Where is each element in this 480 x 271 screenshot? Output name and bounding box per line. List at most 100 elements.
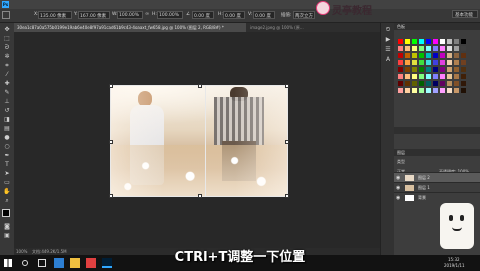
swatches-panel-header[interactable]: 色板 bbox=[394, 23, 480, 30]
angle-field[interactable]: 0.00 度 bbox=[192, 11, 214, 19]
color-swatch[interactable] bbox=[454, 53, 459, 58]
magic-wand-icon[interactable]: ✲ bbox=[2, 53, 12, 61]
color-swatch[interactable] bbox=[419, 67, 424, 72]
color-swatch[interactable] bbox=[412, 81, 417, 86]
color-swatch[interactable] bbox=[433, 60, 438, 65]
h-field[interactable]: 100.00% bbox=[157, 11, 183, 19]
gradient-tool-icon[interactable]: ▤ bbox=[2, 125, 12, 133]
reference-point-icon[interactable] bbox=[2, 11, 10, 19]
color-swatch[interactable] bbox=[405, 67, 410, 72]
type-tool-icon[interactable]: T bbox=[2, 161, 12, 169]
eraser-tool-icon[interactable]: ◨ bbox=[2, 116, 12, 124]
color-swatch[interactable] bbox=[405, 88, 410, 93]
color-swatch[interactable] bbox=[398, 53, 403, 58]
color-swatch[interactable] bbox=[398, 60, 403, 65]
color-swatch[interactable] bbox=[405, 74, 410, 79]
move-tool-icon[interactable]: ✥ bbox=[2, 26, 12, 34]
color-swatch[interactable] bbox=[419, 74, 424, 79]
lasso-tool-icon[interactable]: ᘐ bbox=[2, 44, 12, 52]
color-swatch[interactable] bbox=[461, 46, 466, 51]
color-swatch[interactable] bbox=[426, 74, 431, 79]
color-swatch[interactable] bbox=[398, 88, 403, 93]
color-swatch[interactable] bbox=[405, 81, 410, 86]
color-swatch[interactable] bbox=[426, 39, 431, 44]
color-swatch[interactable] bbox=[454, 60, 459, 65]
color-swatch[interactable] bbox=[398, 81, 403, 86]
color-swatch[interactable] bbox=[447, 46, 452, 51]
transform-handle-br[interactable] bbox=[285, 194, 289, 198]
adjustments-panel-header[interactable] bbox=[394, 127, 480, 134]
brush-tool-icon[interactable]: ✎ bbox=[2, 89, 12, 97]
stamp-tool-icon[interactable]: ⊥ bbox=[2, 98, 12, 106]
screen-mode-icon[interactable]: ▣ bbox=[2, 232, 12, 240]
color-swatch[interactable] bbox=[454, 39, 459, 44]
blur-tool-icon[interactable]: ● bbox=[2, 134, 12, 142]
properties-panel-icon[interactable]: ☰ bbox=[383, 46, 393, 54]
color-swatch[interactable] bbox=[433, 74, 438, 79]
pen-tool-icon[interactable]: ✒ bbox=[2, 152, 12, 160]
color-swatch[interactable] bbox=[405, 46, 410, 51]
hand-tool-icon[interactable]: ✋ bbox=[2, 188, 12, 196]
transform-handle-tr[interactable] bbox=[285, 84, 289, 88]
x-field[interactable]: 135.00 像素 bbox=[38, 11, 72, 19]
marquee-tool-icon[interactable]: ⬚ bbox=[2, 35, 12, 43]
color-swatch[interactable] bbox=[405, 60, 410, 65]
color-swatch[interactable] bbox=[433, 46, 438, 51]
free-transform-box[interactable] bbox=[109, 84, 289, 198]
color-swatch[interactable] bbox=[426, 67, 431, 72]
color-swatch[interactable] bbox=[454, 88, 459, 93]
workspace-select[interactable]: 基本功能 bbox=[452, 10, 478, 18]
link-icon[interactable]: ∞ bbox=[145, 11, 149, 17]
eyedropper-icon[interactable]: ⁄ bbox=[2, 71, 12, 79]
transform-handle-bl[interactable] bbox=[109, 194, 113, 198]
color-swatch[interactable] bbox=[405, 53, 410, 58]
color-swatch[interactable] bbox=[419, 88, 424, 93]
color-swatch[interactable] bbox=[447, 88, 452, 93]
color-swatch[interactable] bbox=[412, 74, 417, 79]
color-swatch[interactable] bbox=[440, 74, 445, 79]
transform-handle-t[interactable] bbox=[198, 84, 202, 88]
zoom-tool-icon[interactable]: ⌕ bbox=[2, 197, 12, 205]
character-panel-icon[interactable]: A bbox=[383, 56, 393, 64]
color-swatch[interactable] bbox=[426, 81, 431, 86]
h2-field[interactable]: 0.00 度 bbox=[223, 11, 245, 19]
color-swatch[interactable] bbox=[454, 81, 459, 86]
crop-tool-icon[interactable]: ⌗ bbox=[2, 62, 12, 70]
color-swatch[interactable] bbox=[426, 53, 431, 58]
color-swatch[interactable] bbox=[440, 39, 445, 44]
color-swatch[interactable] bbox=[447, 39, 452, 44]
transform-handle-tl[interactable] bbox=[109, 84, 113, 88]
color-swatch[interactable] bbox=[405, 39, 410, 44]
layer-row[interactable]: ◉ 背景 bbox=[394, 192, 480, 202]
color-swatch[interactable] bbox=[440, 81, 445, 86]
kind-filter[interactable]: 类型 bbox=[397, 159, 405, 165]
color-swatch[interactable] bbox=[440, 60, 445, 65]
color-swatch[interactable] bbox=[461, 88, 466, 93]
color-swatch[interactable] bbox=[398, 46, 403, 51]
color-swatch[interactable] bbox=[454, 67, 459, 72]
color-swatch[interactable] bbox=[454, 74, 459, 79]
color-swatch[interactable] bbox=[440, 67, 445, 72]
interp-select[interactable]: 两次立方 bbox=[293, 11, 315, 19]
color-swatch[interactable] bbox=[440, 88, 445, 93]
quick-mask-icon[interactable]: ◙ bbox=[2, 223, 12, 231]
visibility-eye-icon[interactable]: ◉ bbox=[396, 193, 400, 203]
color-swatch[interactable] bbox=[447, 60, 452, 65]
color-swatch[interactable] bbox=[447, 53, 452, 58]
layers-panel-header[interactable]: 图层 bbox=[394, 149, 480, 156]
color-swatch[interactable] bbox=[440, 46, 445, 51]
tab-document-1[interactable]: 30ea1c87a0a575b0199e19ab6e40e8f97a91cad6… bbox=[14, 23, 246, 32]
color-swatch[interactable] bbox=[398, 67, 403, 72]
color-swatch[interactable] bbox=[419, 53, 424, 58]
color-swatch[interactable] bbox=[447, 81, 452, 86]
color-swatch[interactable] bbox=[426, 46, 431, 51]
color-swatch[interactable] bbox=[461, 81, 466, 86]
color-swatch[interactable] bbox=[461, 39, 466, 44]
dodge-tool-icon[interactable]: ○ bbox=[2, 143, 12, 151]
w-field[interactable]: 100.00% bbox=[117, 11, 143, 19]
path-select-icon[interactable]: ➤ bbox=[2, 170, 12, 178]
shape-tool-icon[interactable]: ▭ bbox=[2, 179, 12, 187]
color-swatch[interactable] bbox=[419, 39, 424, 44]
color-swatch[interactable] bbox=[433, 39, 438, 44]
color-swatch[interactable] bbox=[412, 46, 417, 51]
